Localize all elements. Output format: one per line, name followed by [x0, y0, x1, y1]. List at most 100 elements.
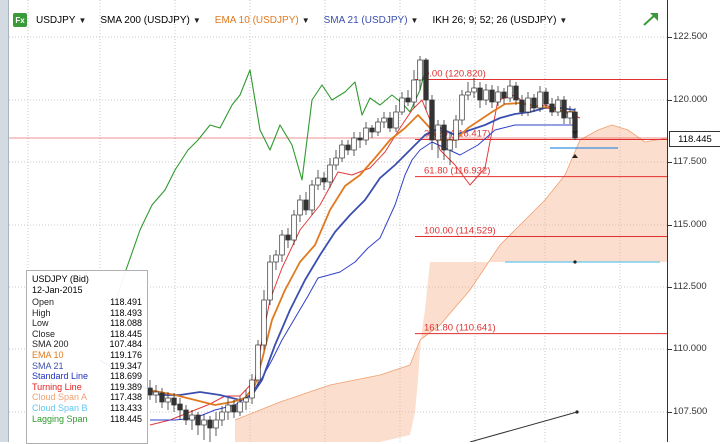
- info-row-value: 107.484: [109, 339, 142, 350]
- candle-body: [321, 177, 327, 183]
- info-row-label: Low: [32, 318, 49, 329]
- candle-body: [549, 103, 555, 113]
- indicator-sma200-label: SMA 200 (USDJPY): [100, 14, 190, 26]
- info-row-value: 118.491: [110, 297, 142, 307]
- candle-body: [519, 99, 525, 113]
- indicator-toolbar: Fx USDJPY ▼ SMA 200 (USDJPY) ▼ EMA 10 (U…: [9, 9, 572, 31]
- price-tick-label: 112.500: [673, 281, 707, 292]
- info-row-value: 118.088: [110, 318, 142, 329]
- info-row-value: 117.438: [110, 392, 142, 403]
- tick-mark: [668, 37, 672, 38]
- candle-body: [483, 89, 489, 101]
- candle-body: [537, 91, 543, 109]
- candle-body: [345, 144, 351, 151]
- price-tick-label: 110.000: [673, 343, 707, 354]
- info-title: USDJPY (Bid): [32, 274, 89, 284]
- candle-body: [543, 91, 549, 105]
- info-row-value: 118.493: [110, 307, 142, 318]
- info-row: Turning Line 119.389: [27, 382, 147, 393]
- candle-body: [273, 254, 279, 263]
- candle-body: [285, 234, 291, 241]
- candle-body: [357, 137, 363, 141]
- chevron-down-icon: ▼: [301, 15, 310, 25]
- candle-body: [381, 117, 387, 123]
- tick-mark: [668, 225, 672, 226]
- chevron-down-icon: ▼: [410, 15, 419, 25]
- info-row-label: Open: [32, 297, 55, 307]
- candle-body: [369, 127, 375, 133]
- candle-body: [165, 397, 171, 403]
- chevron-down-icon: ▼: [78, 15, 87, 25]
- indicator-ikh[interactable]: IKH 26; 9; 52; 26 (USDJPY) ▼: [427, 15, 572, 26]
- sma200-line: [469, 411, 578, 442]
- info-row-label: SMA 200: [32, 339, 69, 350]
- candle-body: [561, 99, 567, 119]
- indicator-ikh-label: IKH 26; 9; 52; 26 (USDJPY): [432, 14, 557, 26]
- candle-body: [291, 214, 297, 241]
- candle-body: [171, 397, 177, 406]
- indicator-sma21[interactable]: SMA 21 (USDJPY) ▼: [319, 15, 424, 26]
- candle-body: [261, 299, 267, 346]
- cloud-span-b-endpoint: [573, 260, 577, 264]
- candle-body: [243, 397, 249, 403]
- info-row: Cloud Span B 113.433: [27, 403, 147, 414]
- candle-body: [153, 391, 159, 396]
- candle-body: [351, 137, 357, 151]
- info-row-label: Turning Line: [32, 381, 82, 392]
- candle-body: [489, 89, 495, 103]
- indicator-sma200[interactable]: SMA 200 (USDJPY) ▼: [95, 15, 205, 26]
- candle-body: [255, 344, 261, 381]
- candle-body: [363, 127, 369, 141]
- symbol-selector[interactable]: USDJPY ▼: [31, 15, 91, 26]
- info-row-value: 119.347: [110, 360, 142, 371]
- info-row-value: 118.445: [110, 413, 142, 424]
- price-tick-label: 122.500: [673, 31, 708, 42]
- fx-icon[interactable]: Fx: [13, 13, 27, 27]
- tick-mark: [668, 287, 672, 288]
- candle-body: [159, 392, 165, 403]
- candle-body: [279, 234, 285, 256]
- info-row: EMA 10 119.176: [27, 350, 147, 361]
- trend-arrow-icon[interactable]: [643, 12, 659, 26]
- info-row-value: 113.433: [110, 402, 142, 413]
- candle-body: [237, 401, 243, 413]
- info-row: SMA 21 119.347: [27, 361, 147, 372]
- info-row: SMA 200 107.484: [27, 339, 147, 350]
- info-rows: Open 118.491 High 118.493 Low 118.088 Close 118…: [27, 297, 147, 424]
- candle-body: [339, 144, 345, 159]
- candle-body: [567, 111, 573, 119]
- tick-mark: [668, 100, 672, 101]
- candle-body: [297, 199, 303, 216]
- price-tick-label: 107.500: [673, 406, 708, 417]
- price-tick-label: 120.000: [673, 94, 708, 105]
- candle-body: [183, 409, 189, 421]
- last-price-badge: 118.445: [669, 131, 720, 147]
- candle-body: [201, 419, 207, 426]
- candle-body: [507, 85, 513, 99]
- candle-body: [441, 124, 447, 151]
- fibonacci-level-label: 100.00 (114.529): [424, 226, 496, 237]
- candle-body: [447, 139, 453, 151]
- candle-body: [393, 111, 399, 129]
- candle-body: [267, 261, 273, 301]
- candle-body: [189, 414, 195, 421]
- info-row-label: High: [32, 307, 51, 318]
- indicator-ema10[interactable]: EMA 10 (USDJPY) ▼: [210, 15, 315, 26]
- fibonacci-level-label: 161.80 (110.641): [424, 323, 496, 334]
- price-axis[interactable]: 122.500 120.000 117.500 115.000 112.500 …: [667, 0, 720, 442]
- candle-body: [453, 119, 459, 141]
- candle-body: [405, 97, 411, 103]
- info-row-label: Cloud Span A: [32, 392, 88, 403]
- info-date: 12-Jan-2015: [32, 285, 83, 295]
- info-row: Close 118.445: [27, 329, 147, 340]
- candle-body: [423, 59, 429, 101]
- candle-body: [525, 97, 531, 113]
- candle-body: [219, 411, 225, 421]
- data-window-panel[interactable]: USDJPY (Bid) 12-Jan-2015 Open 118.491 High…: [26, 270, 148, 444]
- tick-mark: [668, 162, 672, 163]
- candle-body: [531, 97, 537, 109]
- standard-line: [150, 124, 575, 421]
- candle-body: [513, 85, 519, 101]
- info-row-label: Cloud Span B: [32, 402, 88, 413]
- indicator-ema10-label: EMA 10 (USDJPY): [214, 14, 299, 26]
